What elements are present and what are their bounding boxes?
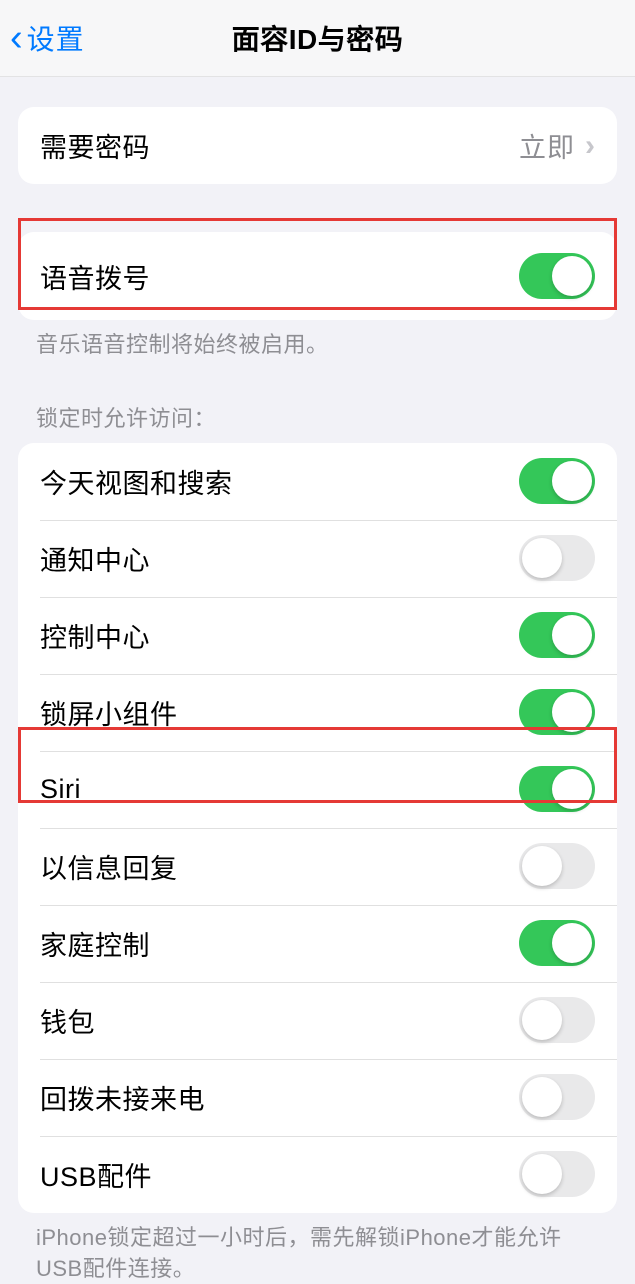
back-button-label: 设置 [27, 18, 85, 58]
voice-dial-switch[interactable] [519, 253, 595, 299]
voice-dial-label: 语音拨号 [40, 257, 150, 296]
lock-access-switch[interactable] [519, 766, 595, 812]
lock-access-switch[interactable] [519, 535, 595, 581]
lock-access-row: 通知中心 [18, 520, 617, 597]
voice-dial-footer: 音乐语音控制将始终被启用。 [0, 320, 635, 361]
lock-access-label: 通知中心 [40, 539, 150, 578]
chevron-right-icon: › [585, 129, 595, 163]
lock-access-label: 以信息回复 [40, 847, 178, 886]
chevron-left-icon: ‹ [10, 19, 23, 57]
lock-access-header: 锁定时允许访问： [0, 361, 635, 443]
lock-access-row: 今天视图和搜索 [18, 443, 617, 520]
page-title: 面容ID与密码 [232, 18, 404, 58]
require-passcode-value: 立即 [519, 126, 575, 165]
lock-access-switch[interactable] [519, 1074, 595, 1120]
lock-access-label: Siri [40, 774, 81, 805]
lock-access-label: 今天视图和搜索 [40, 462, 233, 501]
lock-access-label: 家庭控制 [40, 924, 150, 963]
lock-access-label: 回拨未接来电 [40, 1078, 205, 1117]
lock-access-label: 控制中心 [40, 616, 150, 655]
lock-access-switch[interactable] [519, 612, 595, 658]
lock-access-switch[interactable] [519, 920, 595, 966]
require-passcode-label: 需要密码 [40, 126, 150, 165]
lock-access-switch[interactable] [519, 997, 595, 1043]
lock-access-row: 以信息回复 [18, 828, 617, 905]
lock-access-label: 钱包 [40, 1001, 95, 1040]
voice-dial-group: 语音拨号 [18, 232, 617, 320]
lock-access-label: USB配件 [40, 1155, 152, 1194]
voice-dial-row: 语音拨号 [18, 232, 617, 320]
lock-access-row: 钱包 [18, 982, 617, 1059]
lock-access-row: 回拨未接来电 [18, 1059, 617, 1136]
lock-access-switch[interactable] [519, 843, 595, 889]
lock-access-row: 家庭控制 [18, 905, 617, 982]
navigation-header: ‹ 设置 面容ID与密码 [0, 0, 635, 77]
lock-access-row: USB配件 [18, 1136, 617, 1213]
lock-access-row: Siri [18, 751, 617, 828]
lock-access-row: 控制中心 [18, 597, 617, 674]
lock-access-group: 今天视图和搜索通知中心控制中心锁屏小组件 Siri 以信息回复家庭控制钱包回拨未接来… [18, 443, 617, 1213]
require-passcode-group: 需要密码 立即 › [18, 107, 617, 184]
require-passcode-row[interactable]: 需要密码 立即 › [18, 107, 617, 184]
lock-access-footer: iPhone锁定超过一小时后，需先解锁iPhone才能允许USB配件连接。 [0, 1213, 635, 1284]
lock-access-label: 锁屏小组件 [40, 693, 178, 732]
lock-access-switch[interactable] [519, 458, 595, 504]
lock-access-switch[interactable] [519, 1151, 595, 1197]
lock-access-row: 锁屏小组件 [18, 674, 617, 751]
lock-access-switch[interactable] [519, 689, 595, 735]
back-button[interactable]: ‹ 设置 [0, 18, 85, 58]
